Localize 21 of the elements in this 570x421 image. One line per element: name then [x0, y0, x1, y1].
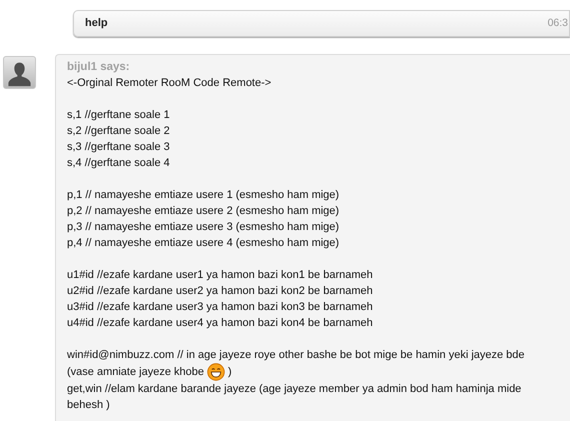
message-line: p,4 // namayeshe emtiaze usere 4 (esmesho ham mige) [67, 236, 340, 251]
message-line: s,3 //gerftane soale 3 [67, 140, 170, 155]
message-text: help [85, 16, 108, 32]
message-line: u4#id //ezafe kardane user4 ya hamon bazi kon4 be barnameh [67, 316, 373, 331]
message-line: get,win //elam kardane barande jayeze (age jayeze member ya admin bod ham haminja mide behesh ) [67, 382, 522, 413]
message-line: u2#id //ezafe kardane user2 ya hamon bazi kon2 be barnameh [67, 284, 373, 299]
message-line: p,1 // namayeshe emtiaze usere 1 (esmesho ham mige) [67, 188, 340, 203]
message-line: win#id@nimbuzz.com // in age jayeze roye other bashe be bot mige be hamin yeki jayeze bde [67, 348, 525, 363]
message-line: u1#id //ezafe kardane user1 ya hamon bazi kon1 be barnameh [67, 268, 373, 283]
message-line: u3#id //ezafe kardane user3 ya hamon bazi kon3 be barnameh [67, 300, 373, 315]
message-line: s,4 //gerftane soale 4 [67, 156, 170, 171]
laughing-face-icon [206, 363, 225, 381]
sender-name: bijul1 says: [67, 60, 131, 75]
message-line: s,2 //gerftane soale 2 [67, 124, 170, 139]
message-line: p,2 // namayeshe emtiaze usere 2 (esmesho ham mige) [67, 204, 340, 219]
message-line: s,1 //gerftane soale 1 [67, 108, 170, 123]
message-line: p,3 // namayeshe emtiaze usere 3 (esmesho ham mige) [67, 220, 340, 235]
message-line: ) [228, 365, 232, 380]
message-line: (vase amniate jayeze khobe [67, 365, 204, 380]
message-line: <-Orginal Remoter RooM Code Remote-> [67, 76, 272, 91]
message-time: 06:3 [548, 16, 568, 31]
